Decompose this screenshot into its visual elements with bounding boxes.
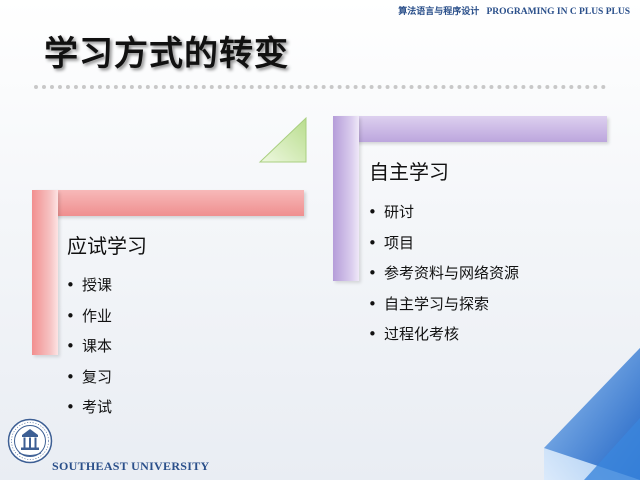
pink-bracket-top xyxy=(32,190,304,216)
purple-bracket-top xyxy=(333,116,607,142)
bullet-icon: • xyxy=(66,306,75,325)
exam-learning-list: • 授课 • 作业 • 课本 • 复习 • 考试 xyxy=(66,270,112,423)
slide: 算法语言与程序设计 PROGRAMING IN C PLUS PLUS 学习方式… xyxy=(0,0,640,480)
list-item: • 考试 xyxy=(66,392,112,423)
list-item: • 自主学习与探索 xyxy=(368,289,519,320)
list-item: • 参考资料与网络资源 xyxy=(368,258,519,289)
list-item: • 授课 xyxy=(66,270,112,301)
bullet-icon: • xyxy=(66,276,75,294)
bullet-icon: • xyxy=(368,233,377,252)
dotted-divider xyxy=(34,85,606,89)
pink-bracket-side xyxy=(32,190,58,355)
course-title-en: PROGRAMING IN C PLUS PLUS xyxy=(486,7,630,17)
course-title-cn: 算法语言与程序设计 xyxy=(398,7,480,17)
bullet-icon: • xyxy=(368,325,377,343)
list-item: • 课本 xyxy=(66,331,112,362)
list-item: • 作业 xyxy=(66,301,112,332)
bullet-icon: • xyxy=(66,367,75,386)
purple-bracket-side xyxy=(333,116,359,281)
bullet-icon: • xyxy=(368,203,377,221)
list-item: • 项目 xyxy=(368,228,519,259)
list-item: • 复习 xyxy=(66,362,112,393)
bullet-icon: • xyxy=(66,337,75,355)
list-item: • 研讨 xyxy=(368,197,519,228)
blue-corner-decoration xyxy=(544,348,640,480)
university-logo-icon xyxy=(7,418,53,464)
self-learning-list: • 研讨 • 项目 • 参考资料与网络资源 • 自主学习与探索 • 过程化考核 xyxy=(368,197,519,350)
bullet-icon: • xyxy=(66,398,75,416)
course-header: 算法语言与程序设计 PROGRAMING IN C PLUS PLUS xyxy=(398,4,630,17)
self-learning-heading: 自主学习 xyxy=(369,160,449,184)
list-item: • 过程化考核 xyxy=(368,319,519,350)
slide-title: 学习方式的转变 xyxy=(44,34,289,74)
bullet-icon: • xyxy=(368,294,377,313)
green-triangle-decoration xyxy=(258,116,307,163)
bullet-icon: • xyxy=(368,264,377,282)
university-name: SOUTHEAST UNIVERSITY xyxy=(52,459,210,473)
exam-learning-heading: 应试学习 xyxy=(67,234,147,258)
